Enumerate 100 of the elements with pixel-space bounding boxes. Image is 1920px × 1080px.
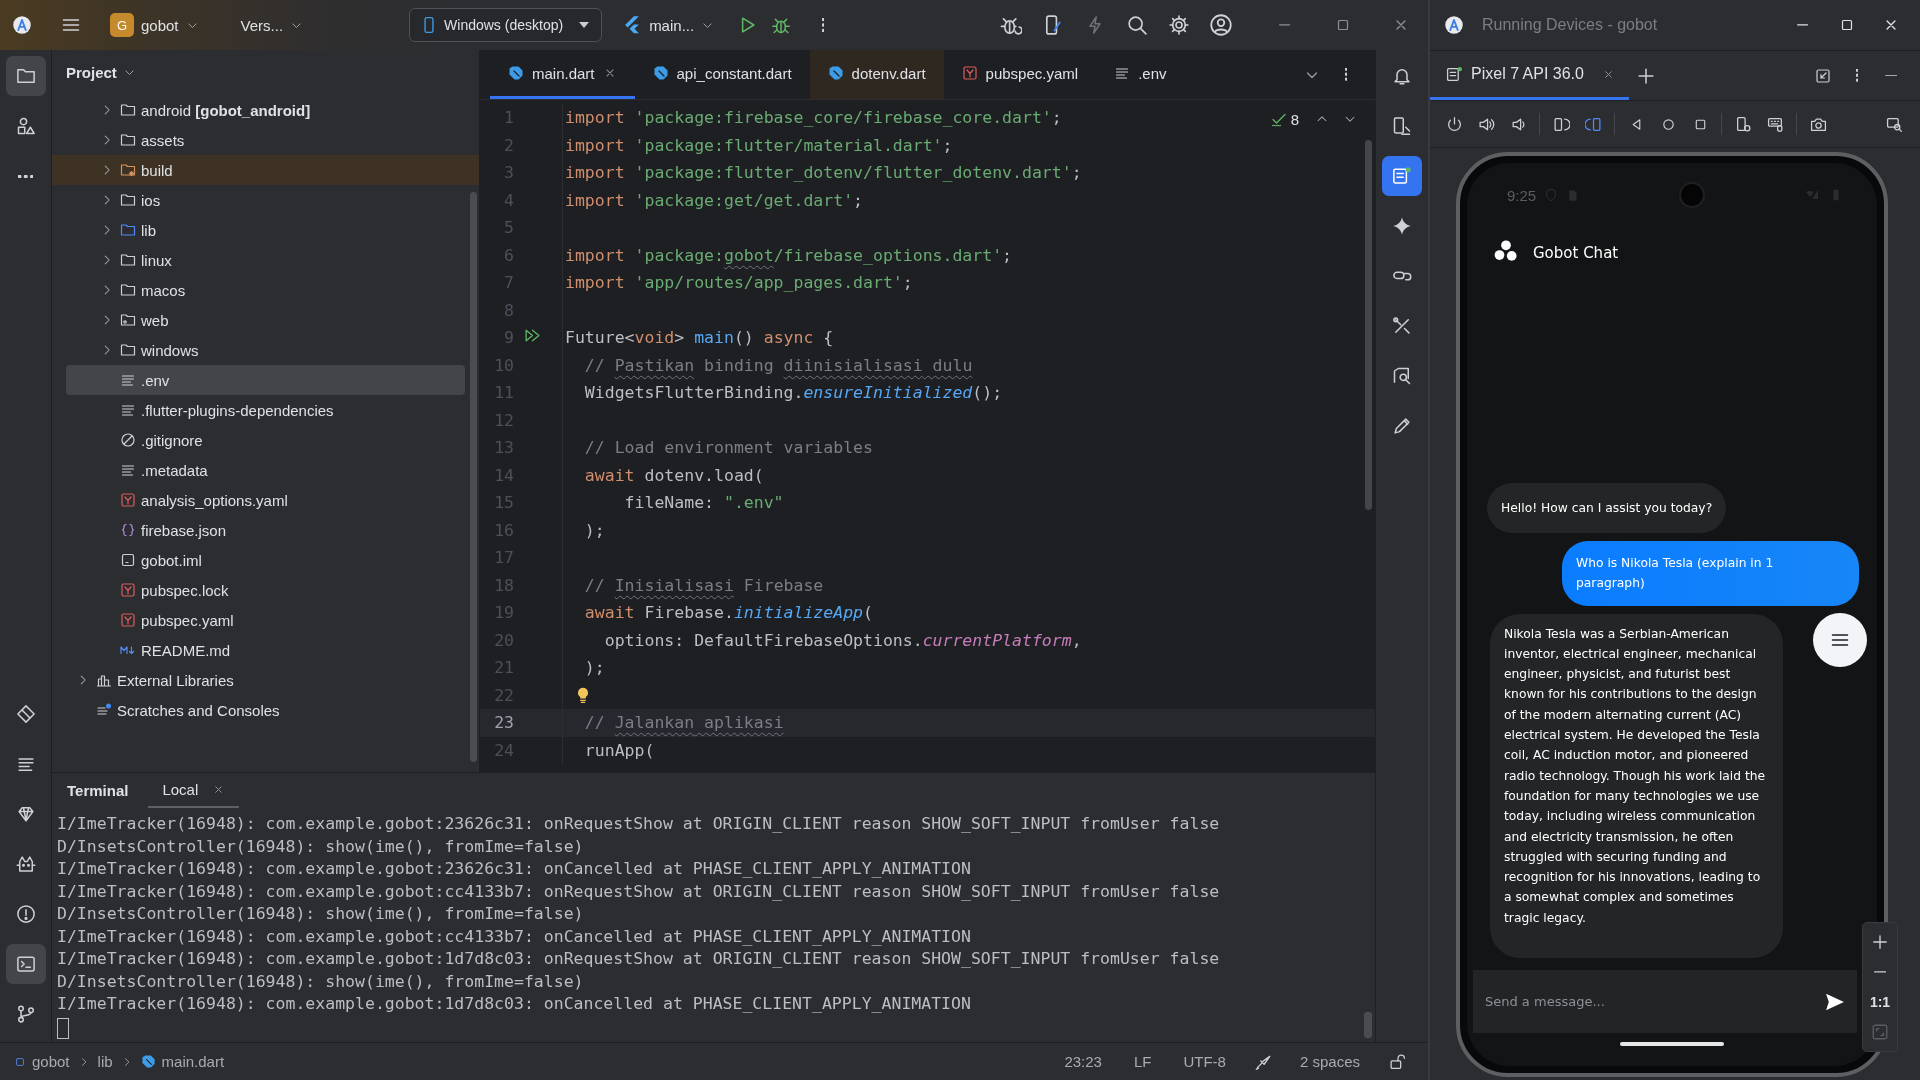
tool-window-button[interactable]	[1382, 156, 1422, 196]
caret-position[interactable]: 23:23	[1064, 1053, 1102, 1070]
git-branch-icon	[15, 1004, 36, 1024]
rotate-right-icon	[1584, 115, 1602, 133]
inspection-icon	[1392, 366, 1412, 386]
editor-tab[interactable]: api_constant.dart	[634, 50, 810, 99]
dart-icon	[508, 65, 524, 81]
panel-title: Terminal	[67, 781, 129, 801]
tree-item[interactable]: windows	[66, 335, 465, 365]
device-icon	[1446, 65, 1463, 83]
tree-item[interactable]: analysis_options.yaml	[66, 485, 465, 515]
tree-item[interactable]: Scratches and Consoles	[66, 695, 465, 725]
check-icon	[1270, 111, 1287, 127]
tree-item[interactable]: pubspec.lock	[66, 575, 465, 605]
device-settings-icon	[1734, 115, 1752, 133]
file-encoding[interactable]: UTF-8	[1183, 1053, 1226, 1070]
code-line: runApp(	[583, 740, 655, 760]
dropdown-icon	[579, 22, 590, 28]
tree-item[interactable]: build	[52, 155, 479, 185]
menu-button[interactable]	[1813, 612, 1867, 667]
message-field[interactable]: Send a message...	[1473, 970, 1813, 1033]
tree-item[interactable]: .flutter-plugins-dependencies	[66, 395, 465, 425]
code-line: options: DefaultFirebaseOptions.currentPlatform,	[603, 630, 1082, 650]
tree-item[interactable]: macos	[66, 275, 465, 305]
run-config-selector[interactable]: main...	[614, 9, 723, 41]
maximize-icon	[1839, 17, 1855, 33]
editor-tab[interactable]: dotenv.dart	[809, 50, 944, 99]
tree-item[interactable]: gobot.iml	[66, 545, 465, 575]
editor-tab[interactable]: .env	[1096, 50, 1185, 99]
tree-item[interactable]: web	[66, 305, 465, 335]
terminal-line: I/ImeTracker(16948): com.example.gobot:cc4133b7: onCancelled at PHASE_CLIENT_APPLY_ANIMATION	[57, 925, 972, 948]
code-line: await Firebase.initializeApp(	[583, 603, 873, 623]
send-button[interactable]	[1813, 970, 1857, 1033]
app-logo-icon	[1493, 238, 1519, 264]
dock-icon	[1815, 67, 1831, 84]
folder-icon	[120, 252, 136, 268]
breadcrumb[interactable]: lib	[97, 1053, 113, 1070]
dart-icon	[827, 65, 844, 81]
folder-icon	[15, 66, 36, 86]
indent-setting[interactable]: 2 spaces	[1299, 1053, 1360, 1070]
tree-item[interactable]: .metadata	[66, 455, 465, 485]
code-line: import 'package:flutter/material.dart';	[564, 135, 953, 155]
yaml-file-icon	[120, 582, 136, 598]
text-file-icon	[120, 372, 136, 388]
cat-icon	[15, 854, 36, 874]
more-icon	[821, 18, 825, 32]
code-line: );	[583, 520, 605, 540]
tree-item[interactable]: External Libraries	[66, 665, 465, 695]
tool-window-button[interactable]	[5, 56, 46, 96]
tree-item[interactable]: android [gobot_android]	[66, 95, 465, 125]
library-icon	[96, 672, 112, 688]
code-line: );	[583, 658, 605, 678]
tree-item[interactable]: ios	[66, 185, 465, 215]
zoom-in-icon	[1871, 933, 1889, 951]
tree-item[interactable]: .env	[66, 365, 465, 395]
terminal-cursor	[57, 1017, 69, 1039]
code-line: // Pastikan binding diinisialisasi dulu	[583, 355, 973, 375]
terminal-tab[interactable]: Local	[148, 773, 240, 808]
keyboard-icon	[1766, 115, 1784, 133]
tool-window-button[interactable]	[5, 944, 46, 984]
home-icon	[1660, 116, 1676, 132]
editor-tab[interactable]: main.dart	[490, 50, 635, 99]
tree-item[interactable]: pubspec.yaml	[66, 605, 465, 635]
inspection-status[interactable]: 8	[1270, 110, 1299, 128]
shapes-icon	[15, 116, 36, 136]
tree-item[interactable]: .gitignore	[66, 425, 465, 455]
gem-icon	[15, 804, 36, 824]
folder-icon	[120, 282, 136, 298]
tree-item[interactable]: README.md	[66, 635, 465, 665]
scrollbar[interactable]	[1365, 140, 1372, 510]
tree-item[interactable]: assets	[66, 125, 465, 155]
prohibited-icon	[120, 432, 136, 448]
message-bubble: Hello! How can I assist you today?	[1487, 482, 1727, 533]
fit-screen-icon	[1871, 1023, 1889, 1041]
code-line: // Inisialisasi Firebase	[583, 575, 824, 595]
text-file-icon	[120, 462, 136, 478]
tree-item[interactable]: lib	[66, 215, 465, 245]
scratch-file-icon	[96, 702, 112, 718]
scrollbar[interactable]	[470, 192, 477, 762]
project-switcher[interactable]: G gobot	[102, 7, 207, 43]
line-separator[interactable]: LF	[1133, 1053, 1152, 1070]
scrollbar[interactable]	[1364, 1012, 1372, 1038]
view-mode-dropdown[interactable]: Project	[66, 64, 136, 81]
text-file-icon	[1114, 65, 1131, 81]
device-tab[interactable]: Pixel 7 API 36.0	[1430, 51, 1629, 100]
breadcrumb[interactable]: gobot	[14, 1053, 70, 1070]
tree-item[interactable]: firebase.json	[66, 515, 465, 545]
device-mirror-icon	[1392, 166, 1412, 186]
editor-tab[interactable]: pubspec.yaml	[943, 50, 1097, 99]
terminal-line: I/ImeTracker(16948): com.example.gobot:1d7d8c03: onCancelled at PHASE_CLIENT_APPLY_ANIMATION	[57, 993, 972, 1015]
folder-icon	[120, 342, 136, 358]
device-selector[interactable]: Windows (desktop)	[409, 8, 603, 42]
code-line: import 'package:gobot/firebase_options.dart';	[564, 245, 1013, 265]
code-line: Future<void> main() async {	[564, 328, 834, 348]
tree-item[interactable]: linux	[66, 245, 465, 275]
yaml-file-icon	[120, 492, 136, 508]
breadcrumb[interactable]: main.dart	[140, 1053, 225, 1070]
vcs-selector[interactable]: Vers...	[232, 10, 312, 40]
actual-size-button[interactable]: 1:1	[1869, 987, 1891, 1017]
tools-icon	[1392, 316, 1412, 336]
